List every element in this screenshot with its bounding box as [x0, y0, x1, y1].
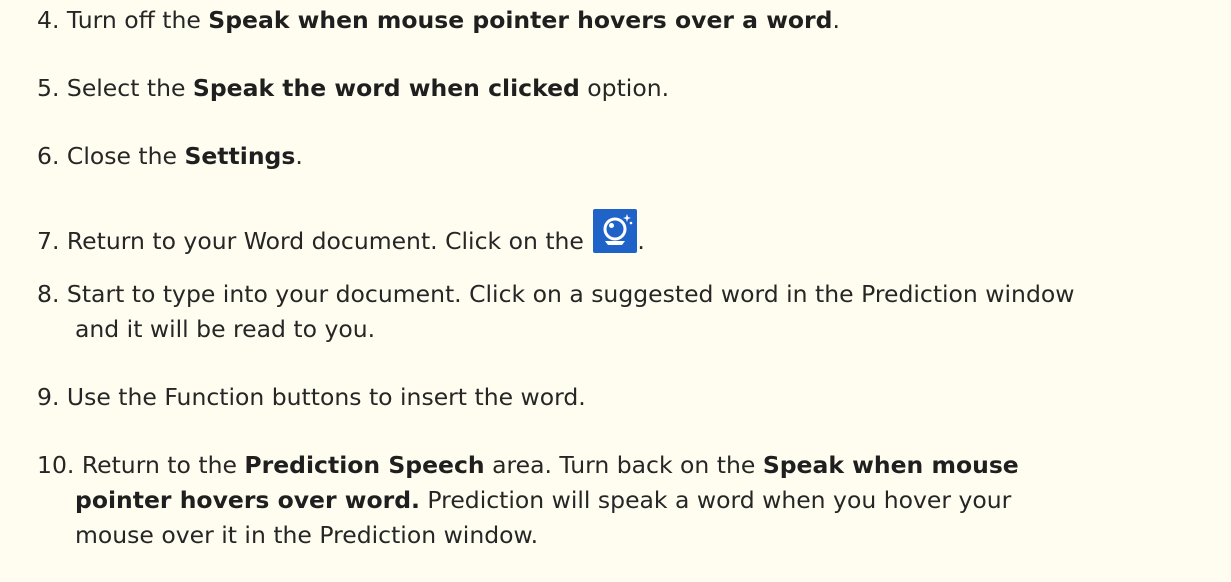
step-number: 10.: [37, 451, 75, 479]
step-9: 9. Use the Function buttons to insert th…: [37, 380, 586, 415]
instruction-page: 4. Turn off the Speak when mouse pointer…: [0, 0, 1231, 582]
step-text: Select the: [66, 74, 193, 102]
step-text: Return to the: [81, 451, 245, 479]
step-number: 4.: [37, 6, 60, 34]
step-5: 5. Select the Speak the word when clicke…: [37, 71, 669, 106]
step-7: 7. Return to your Word document. Click o…: [37, 209, 645, 259]
step-bold-text-3: pointer hovers over word.: [75, 486, 420, 514]
step-bold-text-1: Prediction Speech: [244, 451, 485, 479]
step-bold-text: Settings: [184, 142, 296, 170]
step-number: 8.: [37, 280, 60, 308]
step-text-line-2: pointer hovers over word. Prediction wil…: [37, 483, 1019, 518]
step-text-end: .: [832, 6, 840, 34]
step-number: 6.: [37, 142, 60, 170]
step-text-line-2: and it will be read to you.: [75, 315, 376, 343]
step-bold-text-2: Speak when mouse: [762, 451, 1019, 479]
step-6: 6. Close the Settings.: [37, 139, 303, 174]
step-text: Use the Function buttons to insert the w…: [66, 383, 586, 411]
step-8: 8. Start to type into your document. Cli…: [37, 277, 1074, 347]
step-text: Return to your Word document. Click on t…: [66, 227, 592, 255]
step-text-line-2-end: Prediction will speak a word when you ho…: [419, 486, 1012, 514]
crystal-ball-icon-graphic: [603, 214, 633, 245]
step-number: 7.: [37, 227, 60, 255]
step-number: 5.: [37, 74, 60, 102]
step-4: 4. Turn off the Speak when mouse pointer…: [37, 3, 840, 38]
step-text-line-1: Start to type into your document. Click …: [66, 280, 1075, 308]
step-bold-text: Speak when mouse pointer hovers over a w…: [208, 6, 833, 34]
step-text-end: option.: [579, 74, 670, 102]
step-text: Close the: [66, 142, 185, 170]
step-10: 10. Return to the Prediction Speech area…: [37, 448, 1019, 553]
step-text-line-3: mouse over it in the Prediction window.: [75, 521, 539, 549]
crystal-ball-icon: [593, 209, 638, 253]
step-text-end: .: [295, 142, 303, 170]
step-text-middle: area. Turn back on the: [484, 451, 763, 479]
step-number: 9.: [37, 383, 60, 411]
step-bold-text: Speak the word when clicked: [192, 74, 580, 102]
step-text-end: .: [637, 227, 645, 255]
step-text: Turn off the: [66, 6, 209, 34]
